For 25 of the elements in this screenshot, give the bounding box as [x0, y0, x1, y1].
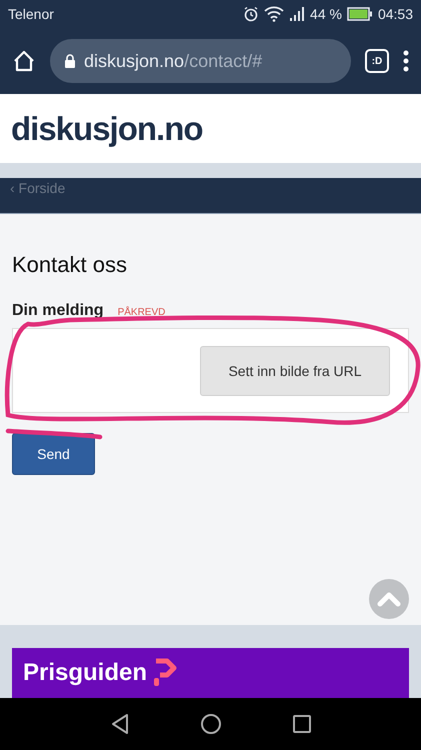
battery-icon [346, 7, 373, 21]
alarm-icon [243, 6, 260, 22]
signal-icon [289, 7, 306, 21]
insert-image-button[interactable]: Sett inn bilde fra URL [200, 346, 390, 396]
clock-time: 04:53 [378, 6, 413, 22]
lock-icon [64, 54, 76, 68]
brand-name: Prisguiden [23, 659, 148, 687]
battery-percent: 44 % [310, 6, 342, 22]
home-circle-icon[interactable] [200, 713, 222, 735]
wifi-icon [264, 6, 284, 22]
message-field[interactable]: Sett inn bilde fra URL [12, 328, 409, 413]
home-icon[interactable] [12, 49, 36, 73]
chevron-up-icon [377, 590, 401, 608]
recents-icon[interactable] [292, 714, 312, 734]
required-label: PÅKREVD [118, 307, 166, 318]
field-label: Din melding [12, 302, 104, 320]
ad-banner[interactable]: Prisguiden [12, 648, 409, 698]
brand-logo-icon [153, 658, 178, 688]
send-button[interactable]: Send [12, 433, 95, 475]
tab-switcher-button[interactable]: :D [365, 49, 389, 73]
page-title: Kontakt oss [12, 252, 128, 278]
carrier-name: Telenor [8, 6, 54, 22]
address-bar[interactable]: diskusjon.no/contact/# [50, 39, 351, 83]
menu-icon[interactable] [403, 50, 409, 72]
back-icon[interactable] [110, 713, 130, 735]
